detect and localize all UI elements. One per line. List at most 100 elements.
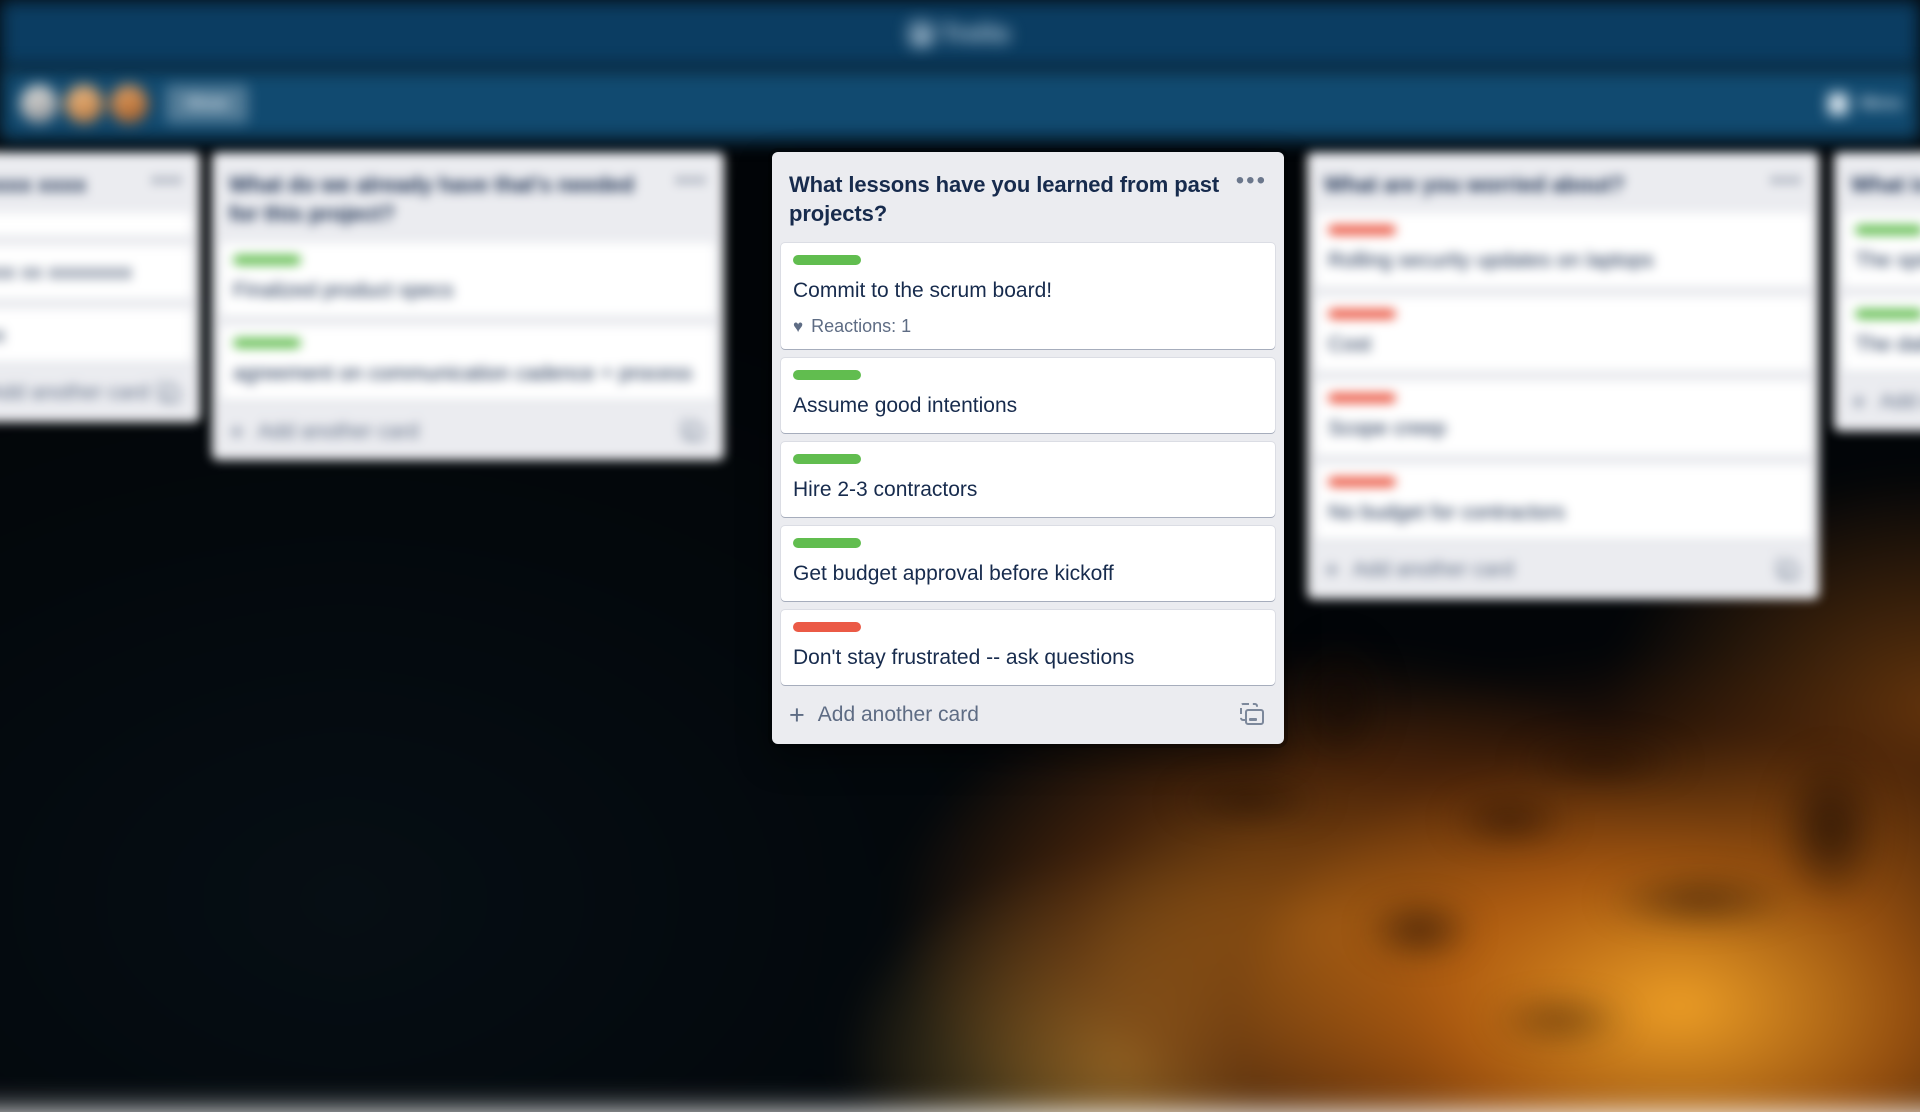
card-title: Finalized product specs bbox=[233, 276, 703, 306]
add-another-card-button[interactable]: + Add another card bbox=[1843, 381, 1920, 423]
app-top-bar-content: Trello bbox=[0, 0, 1920, 68]
board-list[interactable]: What is working well?••• The sprint caden… bbox=[1834, 152, 1920, 431]
reactions-count: Reactions: 1 bbox=[811, 316, 911, 337]
card-label-red[interactable] bbox=[1328, 393, 1396, 403]
card[interactable]: xxxx bbox=[0, 309, 191, 363]
card-label-green[interactable] bbox=[793, 370, 861, 380]
list-header: What is working well?••• bbox=[1843, 162, 1920, 213]
card-label-red[interactable] bbox=[1328, 225, 1396, 235]
card-label-red[interactable] bbox=[793, 622, 861, 632]
card-label-red[interactable] bbox=[1328, 309, 1396, 319]
list-cards: Finalized product specs agreement on comm… bbox=[221, 243, 715, 411]
board-menu-button[interactable]: Menu bbox=[1828, 93, 1902, 115]
card-title: Don't stay frustrated -- ask questions bbox=[793, 643, 1263, 673]
card-title: xxxx bbox=[0, 321, 179, 351]
list-title[interactable]: What is working well? bbox=[1851, 170, 1920, 199]
card-label-green[interactable] bbox=[793, 255, 861, 265]
board-list-focused[interactable]: What lessons have you learned from past … bbox=[772, 152, 1284, 744]
board-list[interactable]: xxxxxx xxxx ••• xxxxx xx xxxxxxxx xxxx +Add … bbox=[0, 152, 200, 422]
heart-icon[interactable]: ♥ bbox=[793, 318, 803, 335]
list-title[interactable]: What do we already have that's needed fo… bbox=[229, 170, 666, 229]
card-title: The daily standups bbox=[1855, 330, 1920, 360]
avatar[interactable] bbox=[18, 83, 60, 125]
card[interactable]: Commit to the scrum board!♥Reactions: 1 bbox=[781, 243, 1275, 350]
list-title[interactable]: What are you worried about? bbox=[1324, 170, 1761, 199]
card-title: Cost bbox=[1328, 330, 1798, 360]
card[interactable] bbox=[0, 213, 191, 237]
list-header: What lessons have you learned from past … bbox=[781, 162, 1275, 243]
board-header-content: Show Menu bbox=[0, 68, 1920, 140]
plus-icon: + bbox=[1851, 392, 1867, 412]
card-badges: ♥ Reactions: 1 bbox=[793, 316, 1263, 337]
card-label-green[interactable] bbox=[233, 255, 301, 265]
list-header: xxxxxx xxxx ••• bbox=[0, 162, 191, 213]
card[interactable]: Cost bbox=[1316, 297, 1810, 372]
card-label-green[interactable] bbox=[1855, 225, 1920, 235]
board-members[interactable] bbox=[18, 83, 150, 125]
trello-logo[interactable]: Trello bbox=[910, 20, 1011, 49]
card[interactable]: agreement on communication cadence + pro… bbox=[221, 326, 715, 401]
ellipsis-horizontal-icon[interactable]: ••• bbox=[1236, 170, 1269, 188]
card-title: The sprint cadence bbox=[1855, 246, 1920, 276]
card-label-green[interactable] bbox=[793, 538, 861, 548]
card-label-green[interactable] bbox=[233, 338, 301, 348]
board-list[interactable]: What are you worried about? ••• Rolling se… bbox=[1307, 152, 1819, 599]
card-title: agreement on communication cadence + pro… bbox=[233, 359, 703, 389]
ellipsis-horizontal-icon[interactable]: ••• bbox=[152, 170, 185, 188]
avatar[interactable] bbox=[63, 83, 105, 125]
add-another-card-button[interactable]: + Add another card bbox=[221, 410, 715, 452]
card-label-green[interactable] bbox=[793, 454, 861, 464]
add-another-card-button[interactable]: +Add another card bbox=[0, 372, 191, 414]
list-header: What do we already have that's needed fo… bbox=[221, 162, 715, 243]
ellipsis-horizontal-icon[interactable]: ••• bbox=[676, 170, 709, 188]
add-another-card-label: Add another card bbox=[1880, 390, 1920, 414]
card[interactable]: Hire 2-3 contractors bbox=[781, 442, 1275, 517]
card[interactable]: The daily standups bbox=[1843, 297, 1920, 372]
card[interactable]: xxxxx xx xxxxxxxx bbox=[0, 246, 191, 300]
card[interactable]: No budget for contractors bbox=[1316, 465, 1810, 540]
board-menu-icon bbox=[1828, 93, 1848, 115]
card-title: No budget for contractors bbox=[1328, 498, 1798, 528]
avatar[interactable] bbox=[108, 83, 150, 125]
plus-icon: + bbox=[229, 422, 245, 442]
list-title[interactable]: xxxxxx xxxx bbox=[0, 170, 142, 199]
card-template-icon[interactable] bbox=[156, 381, 181, 406]
add-another-card-label: Add another card bbox=[818, 703, 979, 727]
card[interactable]: The sprint cadence bbox=[1843, 213, 1920, 288]
list-cards: Rolling security updates on laptops Cost S… bbox=[1316, 213, 1810, 548]
card-template-icon[interactable] bbox=[1240, 703, 1265, 728]
card-title: Hire 2-3 contractors bbox=[793, 475, 1263, 505]
card-title: Assume good intentions bbox=[793, 391, 1263, 421]
add-another-card-label: Add another card bbox=[1353, 558, 1514, 582]
card-title: Get budget approval before kickoff bbox=[793, 559, 1263, 589]
plus-icon: + bbox=[1324, 560, 1340, 580]
card[interactable]: Get budget approval before kickoff bbox=[781, 526, 1275, 601]
card-title: Scope creep bbox=[1328, 414, 1798, 444]
board-invite-button[interactable]: Show bbox=[166, 85, 248, 123]
list-cards: Commit to the scrum board!♥Reactions: 1A… bbox=[781, 243, 1275, 694]
card-title: Rolling security updates on laptops bbox=[1328, 246, 1798, 276]
add-another-card-label: Add another card bbox=[0, 381, 149, 405]
list-title[interactable]: What lessons have you learned from past … bbox=[789, 170, 1226, 229]
card-title: xxxxx xx xxxxxxxx bbox=[0, 258, 179, 288]
card[interactable]: Finalized product specs bbox=[221, 243, 715, 318]
list-header: What are you worried about? ••• bbox=[1316, 162, 1810, 213]
add-another-card-label: Add another card bbox=[258, 420, 419, 444]
plus-icon: + bbox=[789, 705, 805, 725]
card-template-icon[interactable] bbox=[1775, 558, 1800, 583]
app-name: Trello bbox=[941, 20, 1011, 49]
add-another-card-button[interactable]: + Add another card bbox=[1316, 549, 1810, 591]
card-template-icon[interactable] bbox=[680, 419, 705, 444]
ellipsis-horizontal-icon[interactable]: ••• bbox=[1771, 170, 1804, 188]
card-label-green[interactable] bbox=[1855, 309, 1920, 319]
trello-logo-icon bbox=[910, 23, 932, 45]
add-another-card-button[interactable]: + Add another card bbox=[781, 694, 1275, 736]
card-label-red[interactable] bbox=[1328, 477, 1396, 487]
card[interactable]: Rolling security updates on laptops bbox=[1316, 213, 1810, 288]
card[interactable]: Don't stay frustrated -- ask questions bbox=[781, 610, 1275, 685]
card[interactable]: Scope creep bbox=[1316, 381, 1810, 456]
board-list[interactable]: What do we already have that's needed fo… bbox=[212, 152, 724, 460]
list-cards: xxxxx xx xxxxxxxx xxxx bbox=[0, 213, 191, 372]
board-menu-label: Menu bbox=[1860, 95, 1902, 113]
card[interactable]: Assume good intentions bbox=[781, 358, 1275, 433]
